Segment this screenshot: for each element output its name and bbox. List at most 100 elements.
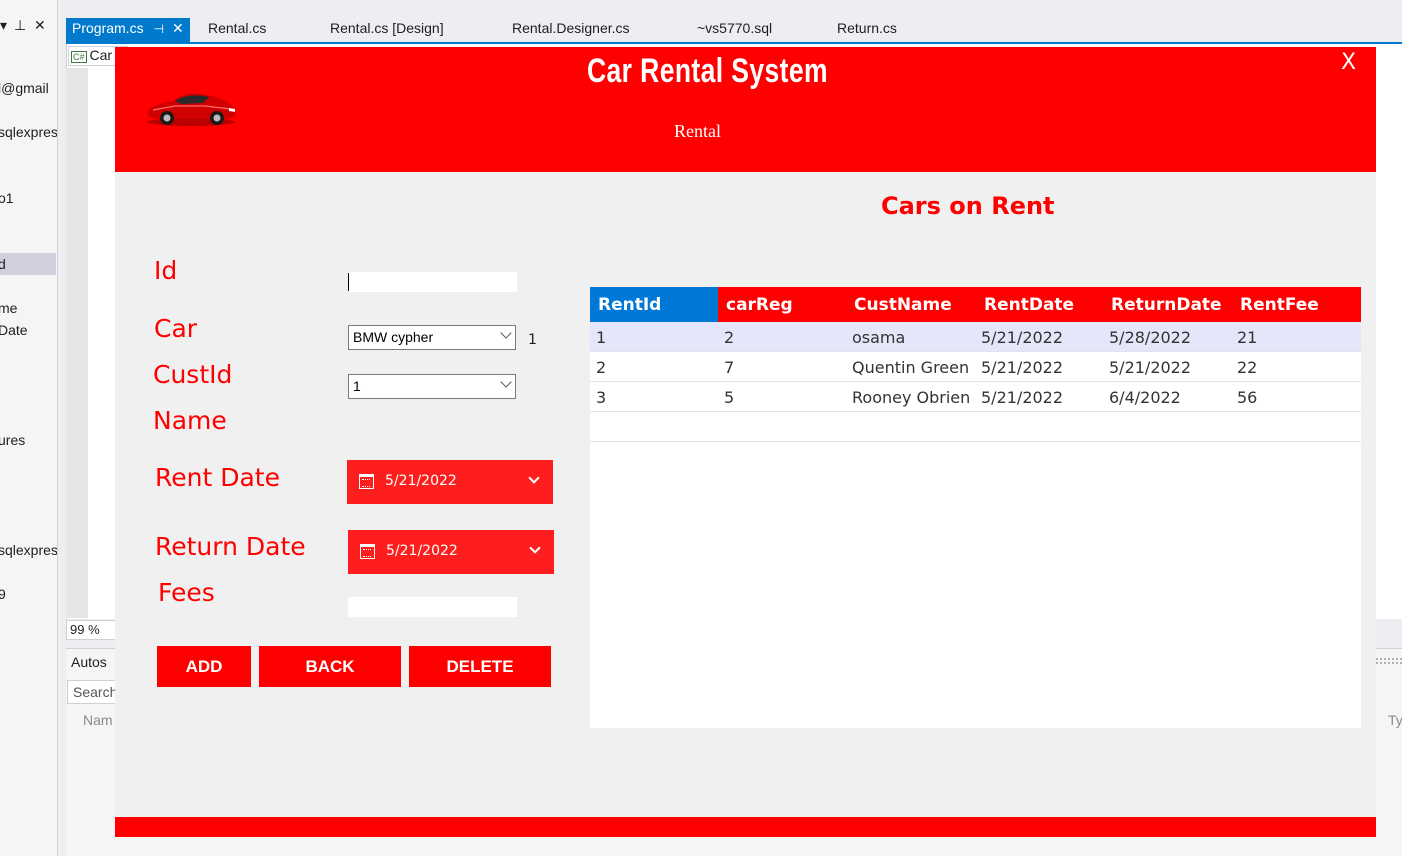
column-header-returndate[interactable]: ReturnDate (1103, 287, 1231, 322)
rental-form-window: Car Rental System Rental X Id Car CustId… (115, 47, 1376, 837)
tab-label: ~vs5770.sql (697, 20, 773, 36)
chevron-down-icon (528, 472, 540, 484)
app-title: Car Rental System (587, 52, 828, 90)
column-header-rentid[interactable]: RentId (590, 287, 718, 322)
panel-toolbar: ▾ ⊥ ✕ (0, 18, 57, 42)
table-header: RentId carReg CustName RentDate ReturnDa… (590, 287, 1361, 322)
form-header: Car Rental System Rental X (115, 47, 1376, 172)
custid-select[interactable]: 1 (348, 374, 516, 399)
tab-label: Program.cs (72, 20, 144, 36)
fees-input[interactable] (348, 597, 517, 617)
table-cell: 2 (724, 328, 735, 347)
zoom-level[interactable]: 99 % (66, 620, 116, 640)
tab-label: Rental.cs [Design] (330, 20, 444, 36)
id-label: Id (154, 256, 178, 285)
selected-item-highlight (0, 253, 56, 275)
car-select-value: BMW cypher (353, 329, 434, 345)
table-cell: Quentin Green (852, 358, 970, 377)
table-cell: 5 (724, 388, 735, 407)
panel-item[interactable]: 9 (0, 586, 6, 602)
column-header-rentdate[interactable]: RentDate (976, 287, 1104, 322)
table-new-row[interactable] (590, 412, 1361, 442)
column-header-rentfee[interactable]: RentFee (1232, 287, 1361, 322)
tab-rental-designer-cs[interactable]: Rental.Designer.cs (506, 18, 636, 42)
tab-vs5770-sql[interactable]: ~vs5770.sql (691, 18, 778, 42)
close-button[interactable]: X (1341, 50, 1356, 75)
table-cell: 21 (1237, 328, 1258, 347)
breadcrumb-label: Car (89, 47, 113, 63)
name-label: Name (153, 406, 227, 435)
add-button[interactable]: ADD (157, 646, 251, 687)
panel-item[interactable]: o1 (0, 190, 14, 206)
close-icon[interactable]: ✕ (172, 20, 184, 36)
table-cell: osama (852, 328, 906, 347)
panel-item[interactable]: sqlexpres (0, 542, 57, 558)
table-cell: 3 (596, 388, 607, 407)
table-cell: 7 (724, 358, 735, 377)
panel-item[interactable]: Date (0, 322, 28, 338)
return-date-picker[interactable]: 5/21/2022 (348, 530, 554, 574)
custid-label: CustId (153, 360, 233, 389)
panel-item[interactable]: ures (0, 432, 25, 448)
table-cell: 5/21/2022 (981, 388, 1064, 407)
table-cell: 22 (1237, 358, 1258, 377)
back-button[interactable]: BACK (259, 646, 401, 687)
tab-label: Rental.Designer.cs (512, 20, 630, 36)
pin-icon[interactable]: ⊥ (14, 18, 26, 34)
rent-date-label: Rent Date (155, 463, 280, 492)
delete-button[interactable]: DELETE (409, 646, 551, 687)
table-row[interactable]: 2 7 Quentin Green 5/21/2022 5/21/2022 22 (590, 352, 1361, 382)
table-cell: 5/21/2022 (981, 328, 1064, 347)
rent-date-value: 5/21/2022 (385, 473, 457, 489)
tab-rental-cs[interactable]: Rental.cs (202, 18, 272, 42)
table-cell: 5/28/2022 (1109, 328, 1192, 347)
close-icon[interactable]: ✕ (34, 18, 46, 34)
dropdown-arrow-icon[interactable]: ▾ (0, 18, 7, 34)
car-id-display: 1 (528, 332, 537, 348)
table-cell: 2 (596, 358, 607, 377)
solution-explorer-panel: ▾ ⊥ ✕ l@gmail sqlexpres o1 d me Date ure… (0, 0, 58, 856)
autos-title[interactable]: Autos (71, 654, 107, 670)
chevron-down-icon (500, 376, 512, 388)
chevron-down-icon (529, 542, 541, 554)
column-header-custname[interactable]: CustName (846, 287, 974, 322)
column-header-carreg[interactable]: carReg (718, 287, 846, 322)
panel-item[interactable]: d (0, 256, 6, 272)
editor-gutter (66, 68, 88, 618)
pin-icon[interactable]: ⊣ (154, 22, 164, 36)
table-cell: Rooney Obrien (852, 388, 971, 407)
csharp-file-icon: C# (71, 51, 87, 63)
tab-label: Rental.cs (208, 20, 267, 36)
id-input[interactable] (348, 272, 517, 292)
table-cell: 1 (596, 328, 607, 347)
panel-item[interactable]: l@gmail (0, 80, 49, 96)
table-cell: 5/21/2022 (1109, 358, 1192, 377)
tab-program-cs[interactable]: Program.cs ⊣ ✕ (66, 18, 190, 42)
rentals-table[interactable]: RentId carReg CustName RentDate ReturnDa… (590, 287, 1361, 728)
car-label: Car (154, 314, 198, 343)
cars-on-rent-title: Cars on Rent (881, 192, 1055, 220)
tab-rental-design[interactable]: Rental.cs [Design] (324, 18, 450, 42)
table-cell: 6/4/2022 (1109, 388, 1181, 407)
calendar-icon (359, 474, 374, 489)
fees-label: Fees (158, 578, 215, 607)
chevron-down-icon (500, 327, 512, 339)
type-column-header: Ty (1388, 712, 1402, 728)
rent-date-picker[interactable]: 5/21/2022 (347, 460, 553, 504)
custid-select-value: 1 (353, 378, 361, 394)
tab-label: Return.cs (837, 20, 897, 36)
calendar-icon (360, 544, 375, 559)
table-row[interactable]: 3 5 Rooney Obrien 5/21/2022 6/4/2022 56 (590, 382, 1361, 412)
panel-item[interactable]: sqlexpres (0, 124, 57, 140)
table-cell: 5/21/2022 (981, 358, 1064, 377)
text-caret (348, 273, 349, 291)
return-date-label: Return Date (155, 532, 306, 561)
return-date-value: 5/21/2022 (386, 543, 458, 559)
table-row[interactable]: 1 2 osama 5/21/2022 5/28/2022 21 (590, 322, 1361, 352)
panel-item[interactable]: me (0, 300, 17, 316)
tab-return-cs[interactable]: Return.cs (831, 18, 903, 42)
car-select[interactable]: BMW cypher (348, 325, 516, 350)
table-cell: 56 (1237, 388, 1258, 407)
panel-grip[interactable] (1376, 658, 1402, 664)
form-footer (115, 817, 1376, 837)
